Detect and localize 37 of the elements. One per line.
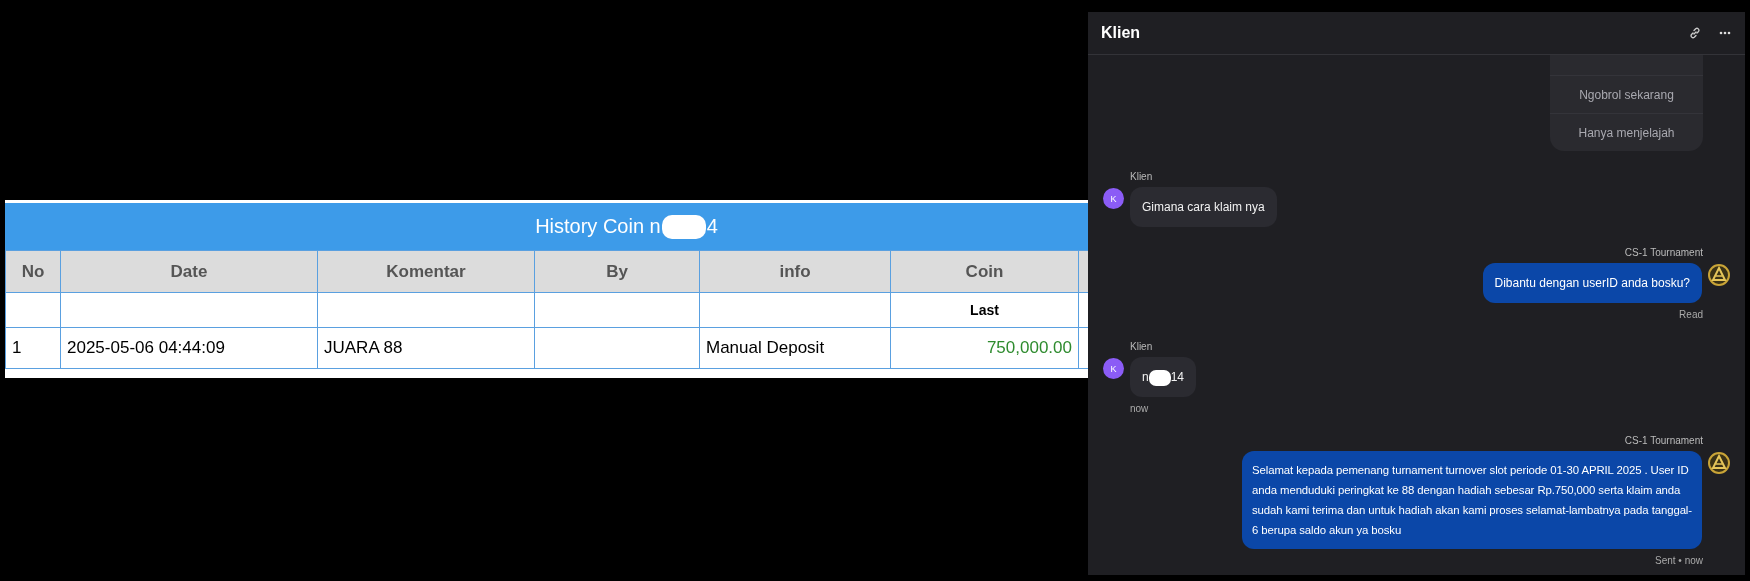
table-cell: Manual Deposit [699,327,891,369]
agent-avatar-icon [1708,451,1730,475]
column-subheader: Last [890,292,1079,328]
message-text: Gimana cara klaim nya [1142,200,1265,214]
link-icon[interactable] [1689,27,1701,39]
message-status: Read [1678,309,1703,321]
column-header: Coin [890,250,1079,293]
option-item[interactable]: Ngobrol sekarang [1550,75,1703,113]
table-cell: 750,000.00 [890,327,1079,369]
message-text: 14 [1170,370,1185,384]
message-text: Dibantu dengan userID anda bosku? [1494,276,1690,290]
redaction-mark [1148,369,1171,386]
message-time: now [1130,403,1150,415]
sender-name: CS-1 Tournament [1623,247,1703,259]
user-avatar: K [1103,188,1124,209]
user-avatar: K [1103,358,1124,379]
message-text: Selamat kepada pemenang turnament turnover slot periode 01-30 APRIL 2025 . User ID anda menduduki peringkat ke 88 dengan hadiah sebesar Rp.750,000 serta klaim anda sudah kami terima dan untuk hadiah akan kami proses selamat-lambatnya pada tanggal-6 berupa saldo akun ya bosku [1252,464,1692,536]
column-header: Komentar [317,250,535,293]
table-cell: 1 [5,327,61,369]
table-cell: JUARA 88 [317,327,535,369]
sender-name: Klien [1130,341,1154,353]
chat-title: Klien [1101,24,1142,42]
redaction-mark [661,214,706,239]
option-item[interactable]: Hanya menjelajah [1550,113,1703,151]
table-title: History Coin n [535,215,661,238]
message-status: Sent • now [1654,555,1703,567]
sender-name: CS-1 Tournament [1623,435,1703,447]
table-title: 4 [706,215,718,238]
column-header: Date [60,250,318,293]
table-cell: 2025-05-06 04:44:09 [60,327,318,369]
sender-name: Klien [1130,171,1154,183]
column-header: No [5,250,61,293]
column-header: info [699,250,891,293]
agent-avatar-icon [1708,263,1730,287]
column-header: By [534,250,700,293]
message-text: n [1142,370,1149,384]
more-icon[interactable] [1719,31,1731,35]
